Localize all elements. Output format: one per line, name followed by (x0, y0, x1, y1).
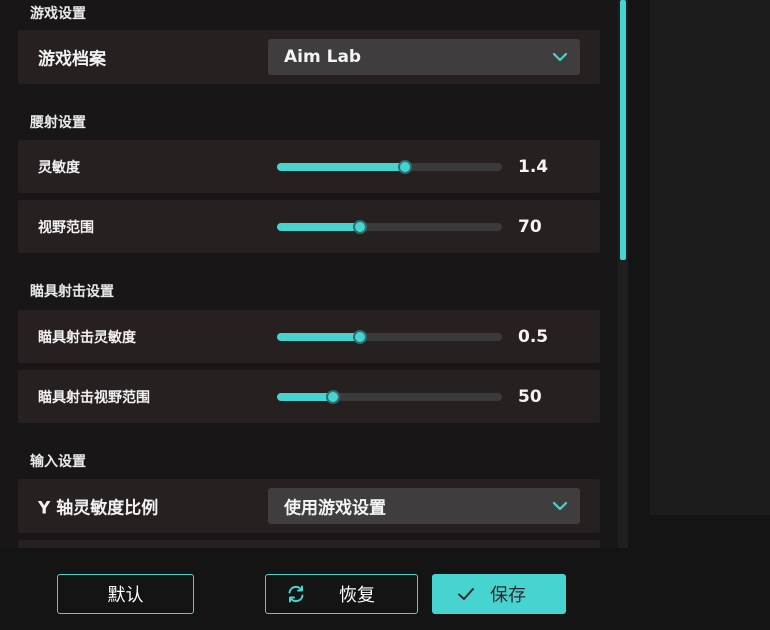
slider-fill (277, 392, 334, 401)
ads-sensitivity-label: 瞄具射击灵敏度 (38, 329, 136, 346)
ads-fov-label: 瞄具射击视野范围 (38, 389, 150, 406)
section-input-heading: 输入设置 (30, 454, 86, 470)
section-hipfire-heading: 腰射设置 (30, 115, 86, 131)
slider-fill (277, 222, 361, 231)
slider-fill (277, 162, 406, 171)
hipfire-sensitivity-label: 灵敏度 (38, 159, 80, 176)
restore-button[interactable]: 恢复 (265, 574, 418, 614)
hipfire-sensitivity-row: 灵敏度 1.4 (18, 140, 600, 193)
y-ratio-value: 使用游戏设置 (284, 498, 386, 519)
ads-sensitivity-slider[interactable] (277, 329, 502, 344)
game-profile-value: Aim Lab (284, 47, 362, 67)
slider-thumb[interactable] (353, 219, 368, 234)
hipfire-fov-label: 视野范围 (38, 219, 94, 236)
chevron-down-icon (552, 52, 568, 62)
save-button-label: 保存 (490, 585, 526, 606)
next-row-partial (18, 540, 600, 548)
game-profile-label: 游戏档案 (38, 49, 106, 70)
game-profile-select[interactable]: Aim Lab (268, 39, 580, 75)
hipfire-fov-value: 70 (518, 216, 542, 237)
game-profile-row: 游戏档案 Aim Lab (18, 30, 600, 84)
check-icon (458, 588, 474, 600)
y-ratio-row: Y 轴灵敏度比例 使用游戏设置 (18, 479, 600, 533)
y-ratio-select[interactable]: 使用游戏设置 (268, 488, 580, 524)
ads-sensitivity-value: 0.5 (518, 326, 549, 347)
hipfire-fov-row: 视野范围 70 (18, 200, 600, 253)
hipfire-sensitivity-value: 1.4 (518, 156, 549, 177)
refresh-icon (288, 585, 304, 603)
chevron-down-icon (552, 501, 568, 511)
restore-button-label: 恢复 (339, 585, 375, 606)
ads-fov-row: 瞄具射击视野范围 50 (18, 370, 600, 423)
ads-fov-value: 50 (518, 386, 542, 407)
scrollbar-thumb[interactable] (620, 0, 626, 260)
section-ads-heading: 瞄具射击设置 (30, 284, 114, 300)
side-pane (650, 0, 770, 515)
hipfire-fov-slider[interactable] (277, 219, 502, 234)
ads-fov-slider[interactable] (277, 389, 502, 404)
hipfire-sensitivity-slider[interactable] (277, 159, 502, 174)
slider-fill (277, 332, 361, 341)
save-button[interactable]: 保存 (432, 574, 566, 614)
slider-thumb[interactable] (326, 389, 341, 404)
default-button[interactable]: 默认 (57, 574, 194, 614)
default-button-label: 默认 (107, 585, 144, 606)
ads-sensitivity-row: 瞄具射击灵敏度 0.5 (18, 310, 600, 363)
section-game-heading: 游戏设置 (30, 6, 86, 22)
y-ratio-label: Y 轴灵敏度比例 (38, 498, 159, 519)
slider-thumb[interactable] (353, 329, 368, 344)
slider-thumb[interactable] (398, 159, 413, 174)
